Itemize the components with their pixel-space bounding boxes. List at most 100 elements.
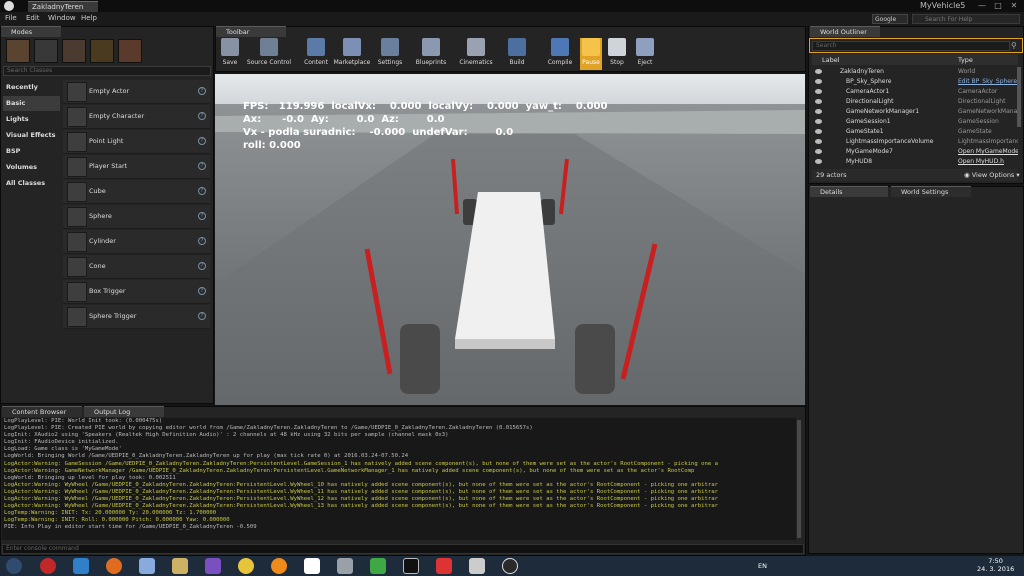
help-icon[interactable]: ?: [198, 112, 206, 120]
foliage-mode-icon[interactable]: [90, 39, 114, 63]
help-icon[interactable]: ?: [198, 87, 206, 95]
visual-studio-icon[interactable]: [205, 558, 221, 574]
visibility-eye-icon[interactable]: [815, 89, 822, 94]
outliner-row[interactable]: GameNetworkManager1GameNetworkManager: [812, 107, 1018, 117]
game-viewport[interactable]: FPS: 119.996 localVx: 0.000 localVy: 0.0…: [215, 74, 805, 405]
search-engine-select[interactable]: Google: [872, 14, 908, 24]
place-item-empty-actor[interactable]: Empty Actor?: [63, 80, 210, 104]
place-item-box-trigger[interactable]: Box Trigger?: [63, 280, 210, 304]
visibility-eye-icon[interactable]: [815, 109, 822, 114]
outliner-scrollbar[interactable]: [1017, 67, 1021, 127]
column-type[interactable]: Type: [958, 56, 973, 64]
internet-explorer-icon[interactable]: [73, 558, 89, 574]
output-log-tab[interactable]: Output Log: [84, 406, 164, 417]
pause-button[interactable]: Pause: [580, 38, 602, 70]
visibility-eye-icon[interactable]: [815, 139, 822, 144]
category-bsp[interactable]: BSP: [3, 144, 60, 159]
folder-icon[interactable]: [172, 558, 188, 574]
landscape-mode-icon[interactable]: [62, 39, 86, 63]
modes-tab[interactable]: Modes: [1, 26, 61, 37]
blueprints-button[interactable]: Blueprints: [412, 38, 450, 70]
compile-button[interactable]: Compile: [544, 38, 576, 70]
record-app-icon[interactable]: [40, 558, 56, 574]
paint-app-icon[interactable]: [304, 558, 320, 574]
visibility-eye-icon[interactable]: [815, 99, 822, 104]
menu-window[interactable]: Window: [48, 14, 76, 22]
paint-mode-icon[interactable]: [34, 39, 58, 63]
help-icon[interactable]: ?: [198, 212, 206, 220]
epic-games-launcher-icon[interactable]: [403, 558, 419, 574]
category-lights[interactable]: Lights: [3, 112, 60, 127]
world-settings-tab[interactable]: World Settings: [891, 186, 971, 197]
console-command-input[interactable]: Enter console command: [2, 544, 804, 554]
visibility-eye-icon[interactable]: [815, 149, 822, 154]
chrome-icon[interactable]: [238, 558, 254, 574]
marketplace-button[interactable]: Marketplace: [332, 38, 372, 70]
settings-button[interactable]: Settings: [376, 38, 404, 70]
document-tab[interactable]: ZakladnyTeren: [28, 1, 98, 12]
geometry-mode-icon[interactable]: [118, 39, 142, 63]
unreal-editor-taskbar-icon[interactable]: [502, 558, 518, 574]
outliner-row[interactable]: LightmassImportanceVolume LightmassImport…: [812, 137, 1018, 147]
place-item-player-start[interactable]: Player Start?: [63, 155, 210, 179]
category-basic[interactable]: Basic: [3, 96, 60, 111]
place-item-cube[interactable]: Cube?: [63, 180, 210, 204]
place-item-cone[interactable]: Cone?: [63, 255, 210, 279]
visibility-eye-icon[interactable]: [815, 119, 822, 124]
search-icon[interactable]: ⚲: [1011, 41, 1021, 51]
place-item-sphere-trigger[interactable]: Sphere Trigger?: [63, 305, 210, 329]
outliner-row[interactable]: DirectionalLight DirectionalLight: [812, 97, 1018, 107]
close-button[interactable]: ✕: [1006, 0, 1022, 12]
category-visual-effects[interactable]: Visual Effects: [3, 128, 60, 143]
help-icon[interactable]: ?: [198, 312, 206, 320]
build-button[interactable]: Build: [504, 38, 530, 70]
visibility-eye-icon[interactable]: [815, 129, 822, 134]
start-button-icon[interactable]: [6, 558, 22, 574]
outliner-row[interactable]: GameSession1 GameSession: [812, 117, 1018, 127]
outliner-row[interactable]: BP_Sky_Sphere Edit BP_Sky_Sphere: [812, 77, 1018, 87]
world-outliner-tab[interactable]: World Outliner: [810, 26, 880, 37]
outliner-search-input[interactable]: Search: [812, 41, 1010, 51]
source-control-button[interactable]: Source Control: [246, 38, 292, 70]
visibility-eye-icon[interactable]: [815, 79, 822, 84]
help-search-input[interactable]: Search For Help: [912, 14, 1020, 24]
sync-app-icon[interactable]: [370, 558, 386, 574]
file-explorer-icon[interactable]: [139, 558, 155, 574]
place-mode-icon[interactable]: [6, 39, 30, 63]
help-icon[interactable]: ?: [198, 287, 206, 295]
place-item-cylinder[interactable]: Cylinder?: [63, 230, 210, 254]
menu-help[interactable]: Help: [81, 14, 97, 22]
save-button[interactable]: Save: [218, 38, 242, 70]
pdf-app-icon[interactable]: [436, 558, 452, 574]
eject-button[interactable]: Eject: [634, 38, 656, 70]
category-recently-placed[interactable]: Recently Placed: [3, 80, 60, 106]
photo-app-icon[interactable]: [469, 558, 485, 574]
help-icon[interactable]: ?: [198, 137, 206, 145]
system-clock[interactable]: 7:50 24. 3. 2016: [977, 557, 1014, 573]
visibility-eye-icon[interactable]: [815, 159, 822, 164]
category-volumes[interactable]: Volumes: [3, 160, 60, 175]
outliner-row[interactable]: MyGameMode7 Open MyGameMode: [812, 147, 1018, 157]
content-browser-tab[interactable]: Content Browser: [2, 406, 82, 417]
minimize-button[interactable]: —: [974, 0, 990, 12]
visibility-eye-icon[interactable]: [815, 69, 822, 74]
outliner-row[interactable]: MyHUD8 Open MyHUD.h: [812, 157, 1018, 167]
view-options-button[interactable]: ◉ View Options ▾: [964, 171, 1020, 179]
category-all-classes[interactable]: All Classes: [3, 176, 60, 191]
media-app-icon[interactable]: [271, 558, 287, 574]
column-label[interactable]: Label: [822, 56, 840, 64]
place-item-sphere[interactable]: Sphere?: [63, 205, 210, 229]
remote-app-icon[interactable]: [337, 558, 353, 574]
menu-file[interactable]: File: [5, 14, 17, 22]
details-tab[interactable]: Details: [810, 186, 888, 197]
place-item-empty-character[interactable]: Empty Character?: [63, 105, 210, 129]
help-icon[interactable]: ?: [198, 187, 206, 195]
place-item-point-light[interactable]: Point Light?: [63, 130, 210, 154]
outliner-row[interactable]: GameState1 GameState: [812, 127, 1018, 137]
outliner-row[interactable]: CameraActor1 CameraActor: [812, 87, 1018, 97]
help-icon[interactable]: ?: [198, 237, 206, 245]
toolbar-tab[interactable]: Toolbar: [216, 26, 286, 37]
menu-edit[interactable]: Edit: [26, 14, 40, 22]
log-scrollbar[interactable]: [797, 420, 801, 538]
cinematics-button[interactable]: Cinematics: [456, 38, 496, 70]
